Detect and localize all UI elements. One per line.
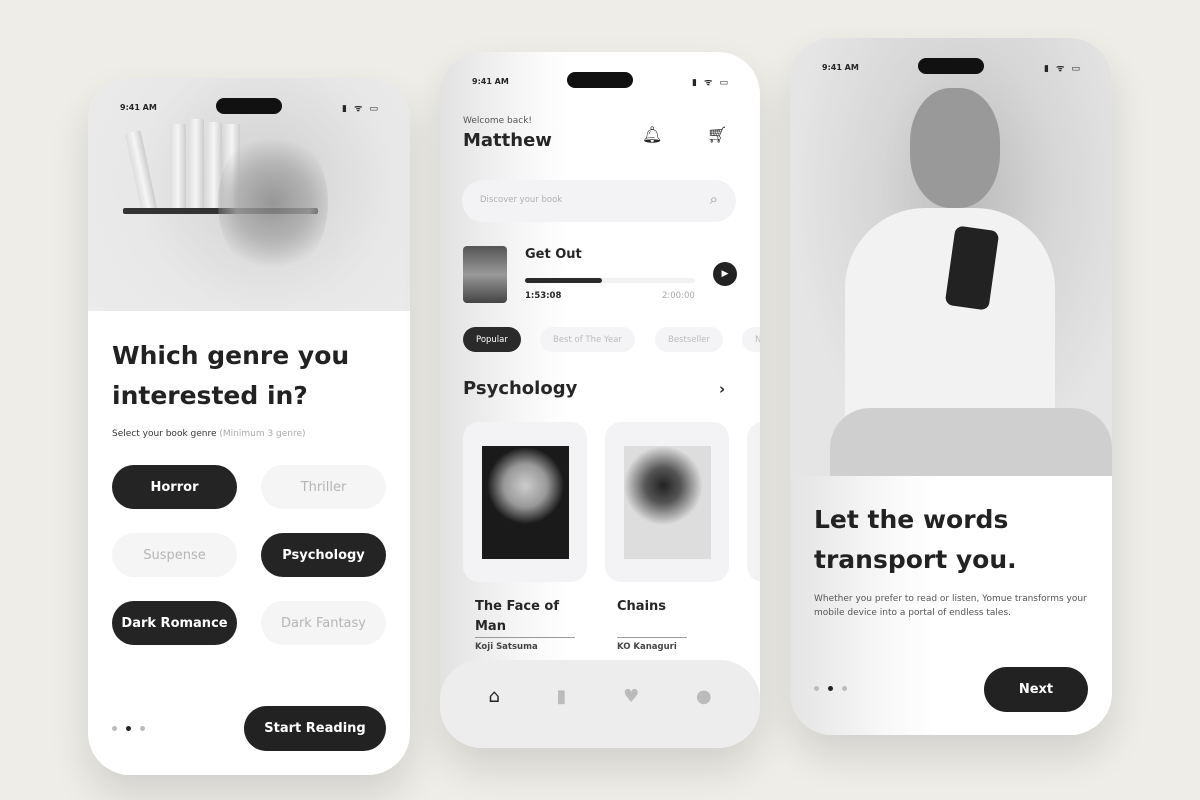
search-placeholder: Discover your book	[480, 195, 563, 205]
playback-progress[interactable]	[525, 278, 695, 283]
tab-bestseller[interactable]: Bestseller	[655, 327, 723, 352]
play-button[interactable]: ▶	[713, 262, 737, 286]
book-card[interactable]	[747, 422, 760, 582]
start-reading-button[interactable]: Start Reading	[244, 706, 386, 751]
dynamic-island	[918, 58, 984, 74]
book-card[interactable]	[605, 422, 729, 582]
get-out-cover[interactable]	[463, 246, 507, 303]
cart-icon[interactable]: 🛒︎	[707, 125, 727, 144]
genre-screen: 9:41 AM ▮ ᯤ ▭ Which genre you interested…	[88, 78, 410, 775]
status-time: 9:41 AM	[120, 103, 157, 112]
status-bar: 9:41 AM ▮ ᯤ ▭	[88, 78, 410, 118]
signal-wifi-battery-icon: ▮ ᯤ ▭	[1044, 64, 1082, 74]
book-cover	[482, 446, 569, 559]
status-bar: 9:41 AM ▮ ᯤ ▭	[440, 52, 760, 92]
description: Whether you prefer to read or listen, Yo…	[814, 594, 1087, 618]
bell-icon[interactable]: 🔔︎	[642, 125, 662, 144]
subtitle-hint: (Minimum 3 genre)	[219, 429, 306, 439]
welcome-text: Welcome back!	[463, 116, 533, 126]
heart-icon[interactable]: ♥	[623, 686, 639, 707]
book-title[interactable]: Chains	[617, 597, 727, 617]
book-icon[interactable]: ▮	[556, 686, 566, 707]
book-cover	[624, 446, 711, 559]
page-title: Which genre you interested in?	[112, 341, 350, 410]
genre-suspense[interactable]: Suspense	[112, 533, 237, 577]
status-bar: 9:41 AM ▮ ᯤ ▭	[790, 38, 1112, 78]
tab-more[interactable]: N	[742, 327, 760, 352]
divider	[617, 637, 687, 638]
total-time: 2:00:00	[662, 291, 695, 301]
page-indicator	[814, 686, 847, 691]
subtitle: Select your book genre (Minimum 3 genre)	[112, 429, 306, 439]
genre-horror[interactable]: Horror	[112, 465, 237, 509]
book-card[interactable]	[463, 422, 587, 582]
next-button[interactable]: Next	[984, 667, 1088, 712]
status-time: 9:41 AM	[472, 77, 509, 86]
search-input[interactable]: Discover your book ⌕	[462, 180, 736, 222]
profile-icon[interactable]: ●	[696, 686, 712, 707]
book-title[interactable]: The Face of Man	[475, 597, 585, 637]
bottom-nav: ⌂ ▮ ♥ ●	[440, 660, 760, 748]
woman-reading-photo	[790, 38, 1112, 476]
onboarding-screen: 9:41 AM ▮ ᯤ ▭ Let the words transport yo…	[790, 38, 1112, 735]
status-time: 9:41 AM	[822, 63, 859, 72]
genre-dark-romance[interactable]: Dark Romance	[112, 601, 237, 645]
chevron-right-icon[interactable]: ›	[719, 380, 725, 398]
home-screen: 9:41 AM ▮ ᯤ ▭ Welcome back! Matthew 🔔︎ 🛒…	[440, 52, 760, 748]
home-icon[interactable]: ⌂	[488, 686, 499, 707]
elapsed-time: 1:53:08	[525, 291, 562, 301]
dynamic-island	[567, 72, 633, 88]
page-indicator	[112, 726, 145, 731]
divider	[475, 637, 575, 638]
tab-popular[interactable]: Popular	[463, 327, 521, 352]
dynamic-island	[216, 98, 282, 114]
genre-psychology[interactable]: Psychology	[261, 533, 386, 577]
book-author: KO Kanaguri	[617, 642, 677, 652]
book-author: Koji Satsuma	[475, 642, 538, 652]
section-title: Psychology	[463, 378, 578, 399]
signal-wifi-battery-icon: ▮ ᯤ ▭	[342, 104, 380, 114]
page-title: Let the words transport you.	[814, 505, 1017, 574]
genre-thriller[interactable]: Thriller	[261, 465, 386, 509]
signal-wifi-battery-icon: ▮ ᯤ ▭	[692, 78, 730, 88]
search-icon[interactable]: ⌕	[710, 190, 718, 208]
now-playing-title: Get Out	[525, 247, 582, 262]
user-name: Matthew	[463, 130, 552, 151]
genre-dark-fantasy[interactable]: Dark Fantasy	[261, 601, 386, 645]
tab-best-of-the-year[interactable]: Best of The Year	[540, 327, 635, 352]
